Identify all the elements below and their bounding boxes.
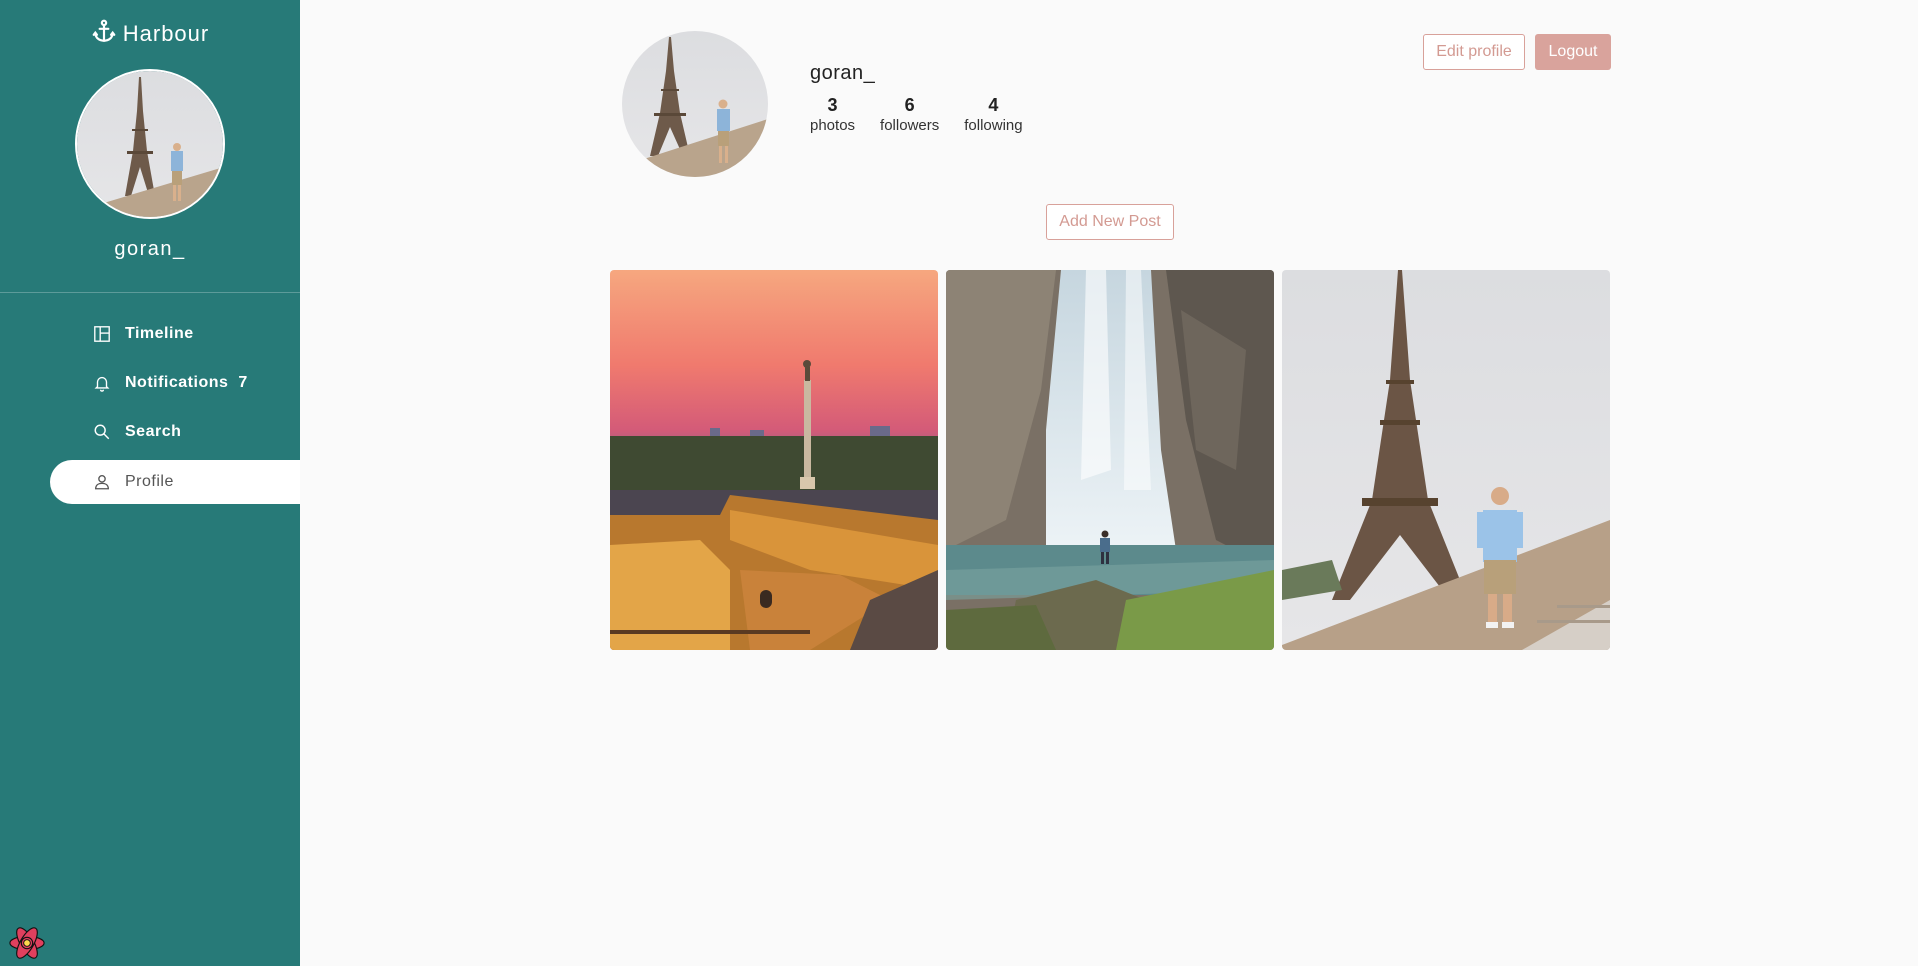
sidebar-divider xyxy=(0,292,300,293)
logout-button[interactable]: Logout xyxy=(1535,34,1611,70)
sidebar-item-timeline[interactable]: Timeline xyxy=(50,312,300,356)
sidebar-item-notifications[interactable]: Notifications 7 xyxy=(50,361,300,405)
stat-label: following xyxy=(964,117,1023,134)
stat-value: 3 xyxy=(827,95,838,115)
sidebar-item-label: Profile xyxy=(125,473,174,490)
brand[interactable]: Harbour xyxy=(0,18,300,50)
stat-value: 6 xyxy=(904,95,915,115)
stat-followers[interactable]: 6 followers xyxy=(880,95,939,134)
search-icon xyxy=(92,422,112,442)
bell-icon xyxy=(92,373,112,393)
post-image-eiffel-tower[interactable] xyxy=(1282,270,1610,650)
sidebar-avatar[interactable] xyxy=(75,69,225,219)
stat-value: 4 xyxy=(988,95,999,115)
stat-label: photos xyxy=(810,117,856,134)
layout-icon xyxy=(92,324,112,344)
sidebar-item-profile[interactable]: Profile xyxy=(50,460,300,504)
notification-count: 7 xyxy=(238,374,248,391)
react-devtools-icon[interactable] xyxy=(8,924,46,962)
user-icon xyxy=(92,472,112,492)
sidebar-item-search[interactable]: Search xyxy=(50,410,300,454)
profile-stats: 3 photos 6 followers 4 following xyxy=(810,95,1023,134)
anchor-icon xyxy=(91,18,117,50)
post-image-monument[interactable] xyxy=(610,270,938,650)
sidebar-username[interactable]: goran_ xyxy=(0,238,300,261)
sidebar-item-label: Timeline xyxy=(125,325,194,342)
profile-avatar[interactable] xyxy=(622,31,768,177)
edit-profile-button[interactable]: Edit profile xyxy=(1423,34,1525,70)
stat-following[interactable]: 4 following xyxy=(964,95,1022,134)
post-image-waterfall[interactable] xyxy=(946,270,1274,650)
profile-username: goran_ xyxy=(810,62,876,84)
app-title: Harbour xyxy=(122,21,210,46)
stat-label: followers xyxy=(880,117,940,134)
sidebar: Harbour goran_ Timeline Notifications 7 xyxy=(0,0,300,966)
stat-photos[interactable]: 3 photos xyxy=(810,95,855,134)
sidebar-item-label: Notifications xyxy=(125,374,229,391)
sidebar-item-label: Search xyxy=(125,423,182,440)
add-new-post-button[interactable]: Add New Post xyxy=(1046,204,1174,240)
